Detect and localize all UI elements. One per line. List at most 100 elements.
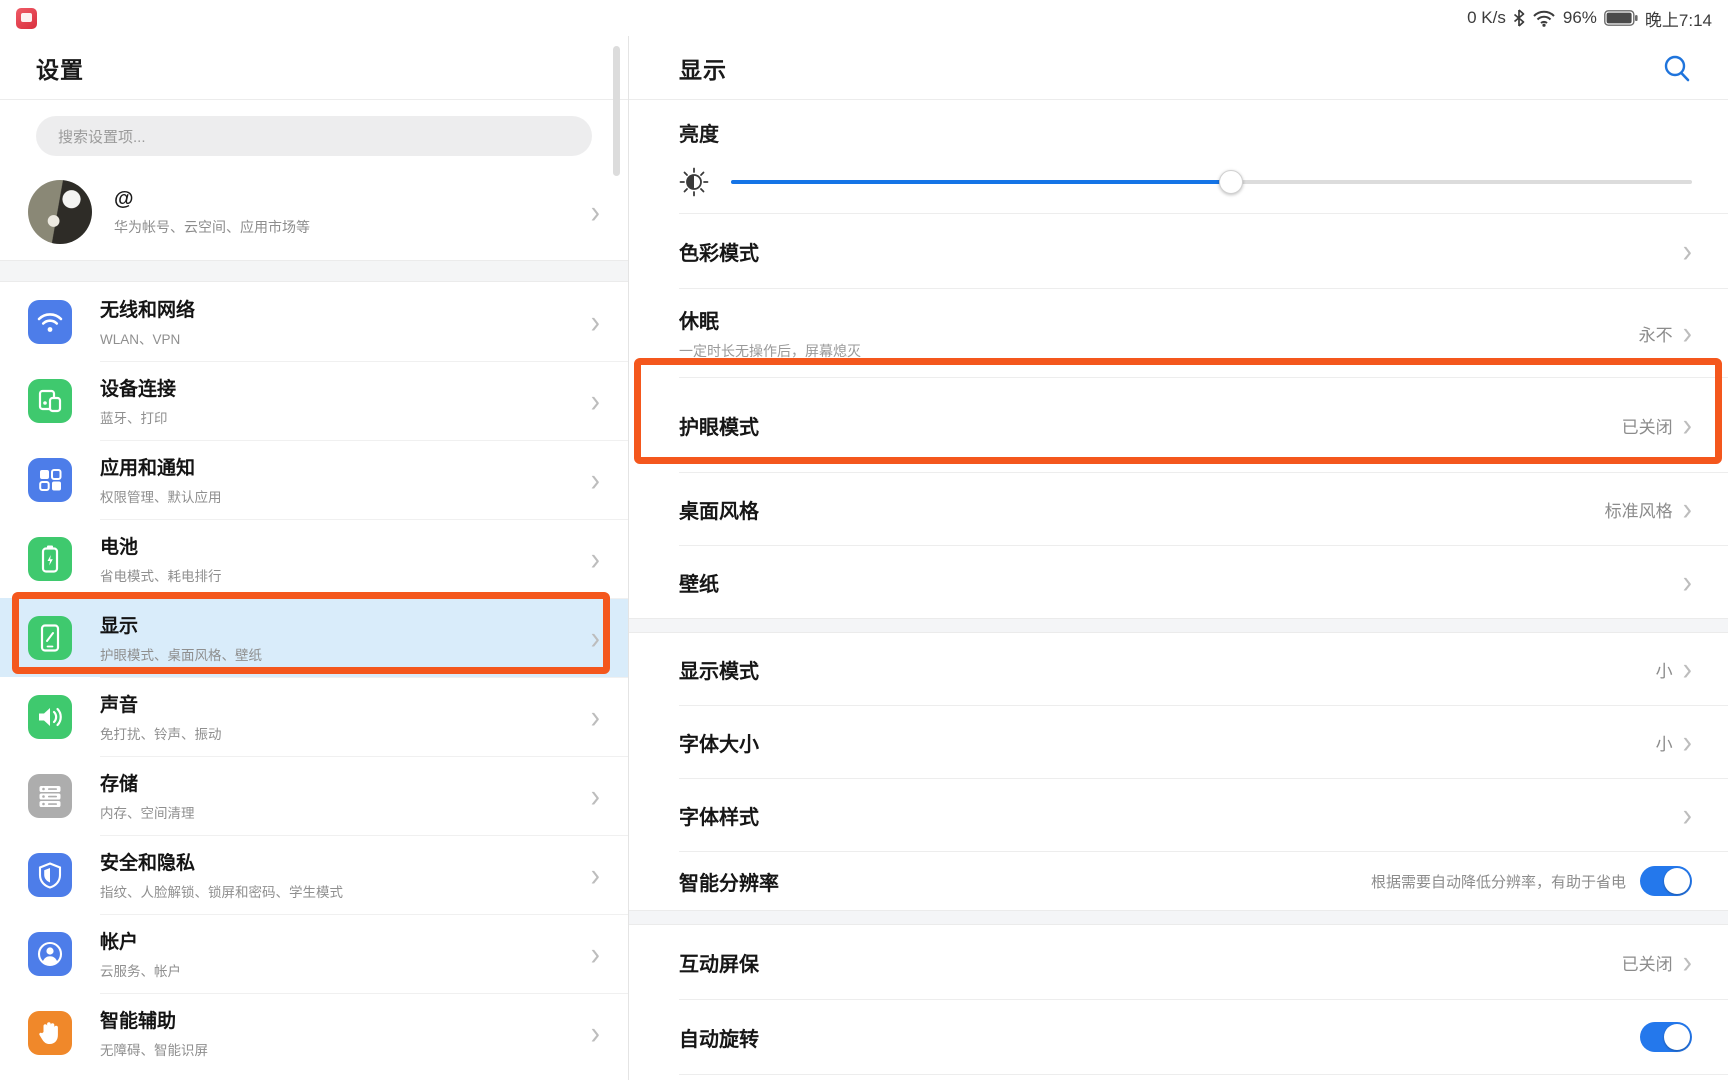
chevron-right-icon: › (1683, 493, 1692, 525)
panel-title: 显示 (679, 51, 1662, 85)
row-label: 字体大小 (679, 728, 759, 757)
device-connect-icon (28, 379, 72, 423)
scrollbar-thumb[interactable] (613, 46, 620, 176)
row-label: 显示模式 (679, 655, 759, 684)
item-title: 存储 (100, 769, 591, 796)
row-value: 已关闭 (1622, 413, 1673, 438)
row-label: 互动屏保 (679, 948, 759, 977)
auto-rotate-toggle[interactable] (1640, 1022, 1692, 1052)
interactive-screensaver-row[interactable]: 互动屏保 已关闭 › (629, 925, 1728, 999)
notification-app-badge-icon (16, 8, 37, 29)
row-label: 自动旋转 (679, 1023, 759, 1052)
chevron-right-icon: › (1683, 409, 1692, 441)
chevron-right-icon: › (591, 463, 600, 495)
chevron-right-icon: › (591, 937, 600, 969)
item-subtitle: 云服务、帐户 (100, 960, 591, 980)
section-divider (629, 618, 1728, 633)
wifi-icon (28, 300, 72, 344)
sidebar-item-apps-notifications[interactable]: 应用和通知 权限管理、默认应用 › (0, 440, 628, 519)
sidebar-item-display[interactable]: 显示 护眼模式、桌面风格、壁纸 › (0, 598, 628, 677)
sidebar-item-device-connect[interactable]: 设备连接 蓝牙、打印 › (0, 361, 628, 440)
item-title: 显示 (100, 611, 591, 638)
section-divider (629, 910, 1728, 925)
toggle-knob (1664, 1024, 1690, 1050)
desktop-style-row[interactable]: 桌面风格 标准风格 › (629, 473, 1728, 545)
item-title: 无线和网络 (100, 295, 591, 322)
wallpaper-row[interactable]: 壁纸 › (629, 546, 1728, 618)
chevron-right-icon: › (591, 305, 600, 337)
chevron-right-icon: › (1683, 235, 1692, 267)
item-subtitle: 内存、空间清理 (100, 802, 591, 822)
item-title: 帐户 (100, 927, 591, 954)
brightness-icon (679, 167, 709, 197)
row-value: 永不 (1639, 321, 1673, 346)
row-description: 根据需要自动降低分辨率，有助于省电 (1371, 871, 1626, 892)
display-mode-row[interactable]: 显示模式 小 › (629, 633, 1728, 705)
huawei-account-row[interactable]: @ 华为帐号、云空间、应用市场等 › (0, 170, 628, 260)
font-size-row[interactable]: 字体大小 小 › (629, 706, 1728, 778)
eye-comfort-row[interactable]: 护眼模式 已关闭 › (629, 378, 1728, 472)
row-subtitle: 一定时长无操作后，屏幕熄灭 (679, 341, 861, 361)
sidebar-item-sound[interactable]: 声音 免打扰、铃声、振动 › (0, 677, 628, 756)
brightness-slider[interactable] (731, 180, 1692, 184)
brightness-label: 亮度 (679, 118, 1692, 147)
sound-icon (28, 695, 72, 739)
sidebar-item-wireless[interactable]: 无线和网络 WLAN、VPN › (0, 282, 628, 361)
sidebar-item-storage[interactable]: 存储 内存、空间清理 › (0, 756, 628, 835)
item-subtitle: 无障碍、智能识屏 (100, 1039, 591, 1059)
battery-icon (28, 537, 72, 581)
smart-resolution-toggle[interactable] (1640, 866, 1692, 896)
clock-time: 晚上7:14 (1645, 6, 1712, 31)
sidebar-item-security-privacy[interactable]: 安全和隐私 指纹、人脸解锁、锁屏和密码、学生模式 › (0, 835, 628, 914)
chevron-right-icon: › (591, 542, 600, 574)
storage-icon (28, 774, 72, 818)
sleep-row[interactable]: 休眠 一定时长无操作后，屏幕熄灭 永不 › (629, 289, 1728, 377)
item-subtitle: 权限管理、默认应用 (100, 486, 591, 506)
row-value: 小 (1656, 730, 1673, 755)
display-settings-panel: 显示 亮度 (628, 36, 1728, 1080)
item-title: 智能辅助 (100, 1006, 591, 1033)
row-value: 小 (1656, 657, 1673, 682)
search-input[interactable]: 搜索设置项... (36, 116, 592, 156)
row-label: 休眠 (679, 305, 861, 334)
font-style-row[interactable]: 字体样式 › (629, 779, 1728, 851)
section-divider (0, 260, 628, 282)
search-placeholder: 搜索设置项... (58, 126, 146, 147)
display-icon (28, 616, 72, 660)
chevron-right-icon: › (591, 700, 600, 732)
chevron-right-icon: › (1683, 566, 1692, 598)
chevron-right-icon: › (1683, 653, 1692, 685)
security-shield-icon (28, 853, 72, 897)
row-label: 色彩模式 (679, 237, 759, 266)
item-subtitle: 护眼模式、桌面风格、壁纸 (100, 644, 591, 664)
account-subtitle: 华为帐号、云空间、应用市场等 (114, 217, 591, 237)
status-bar: 0 K/s 96% 晚上7:14 (0, 0, 1728, 36)
chevron-right-icon: › (1683, 317, 1692, 349)
item-subtitle: 指纹、人脸解锁、锁屏和密码、学生模式 (100, 881, 591, 901)
chevron-right-icon: › (1683, 946, 1692, 978)
brightness-slider-thumb[interactable] (1219, 170, 1243, 194)
chevron-right-icon: › (591, 1016, 600, 1048)
smart-resolution-row: 智能分辨率 根据需要自动降低分辨率，有助于省电 (629, 852, 1728, 910)
item-subtitle: 蓝牙、打印 (100, 407, 591, 427)
bluetooth-icon (1513, 9, 1525, 27)
battery-percent: 96% (1563, 8, 1597, 28)
item-title: 设备连接 (100, 374, 591, 401)
item-title: 电池 (100, 532, 591, 559)
sidebar-item-battery[interactable]: 电池 省电模式、耗电排行 › (0, 519, 628, 598)
settings-sidebar: 设置 搜索设置项... @ 华为帐号、云空间、应用市场等 › (0, 36, 628, 1080)
sidebar-item-smart-assistance[interactable]: 智能辅助 无障碍、智能识屏 › (0, 993, 628, 1072)
wifi-icon (1532, 9, 1556, 27)
chevron-right-icon: › (591, 196, 600, 228)
sidebar-item-accounts[interactable]: 帐户 云服务、帐户 › (0, 914, 628, 993)
chevron-right-icon: › (591, 384, 600, 416)
row-label: 护眼模式 (679, 411, 759, 440)
item-subtitle: 免打扰、铃声、振动 (100, 723, 591, 743)
chevron-right-icon: › (591, 621, 600, 653)
color-mode-row[interactable]: 色彩模式 › (629, 214, 1728, 288)
item-title: 安全和隐私 (100, 848, 591, 875)
search-icon[interactable] (1662, 53, 1692, 83)
account-name: @ (114, 188, 591, 211)
row-label: 智能分辨率 (679, 867, 779, 896)
brightness-slider-fill (731, 180, 1231, 184)
